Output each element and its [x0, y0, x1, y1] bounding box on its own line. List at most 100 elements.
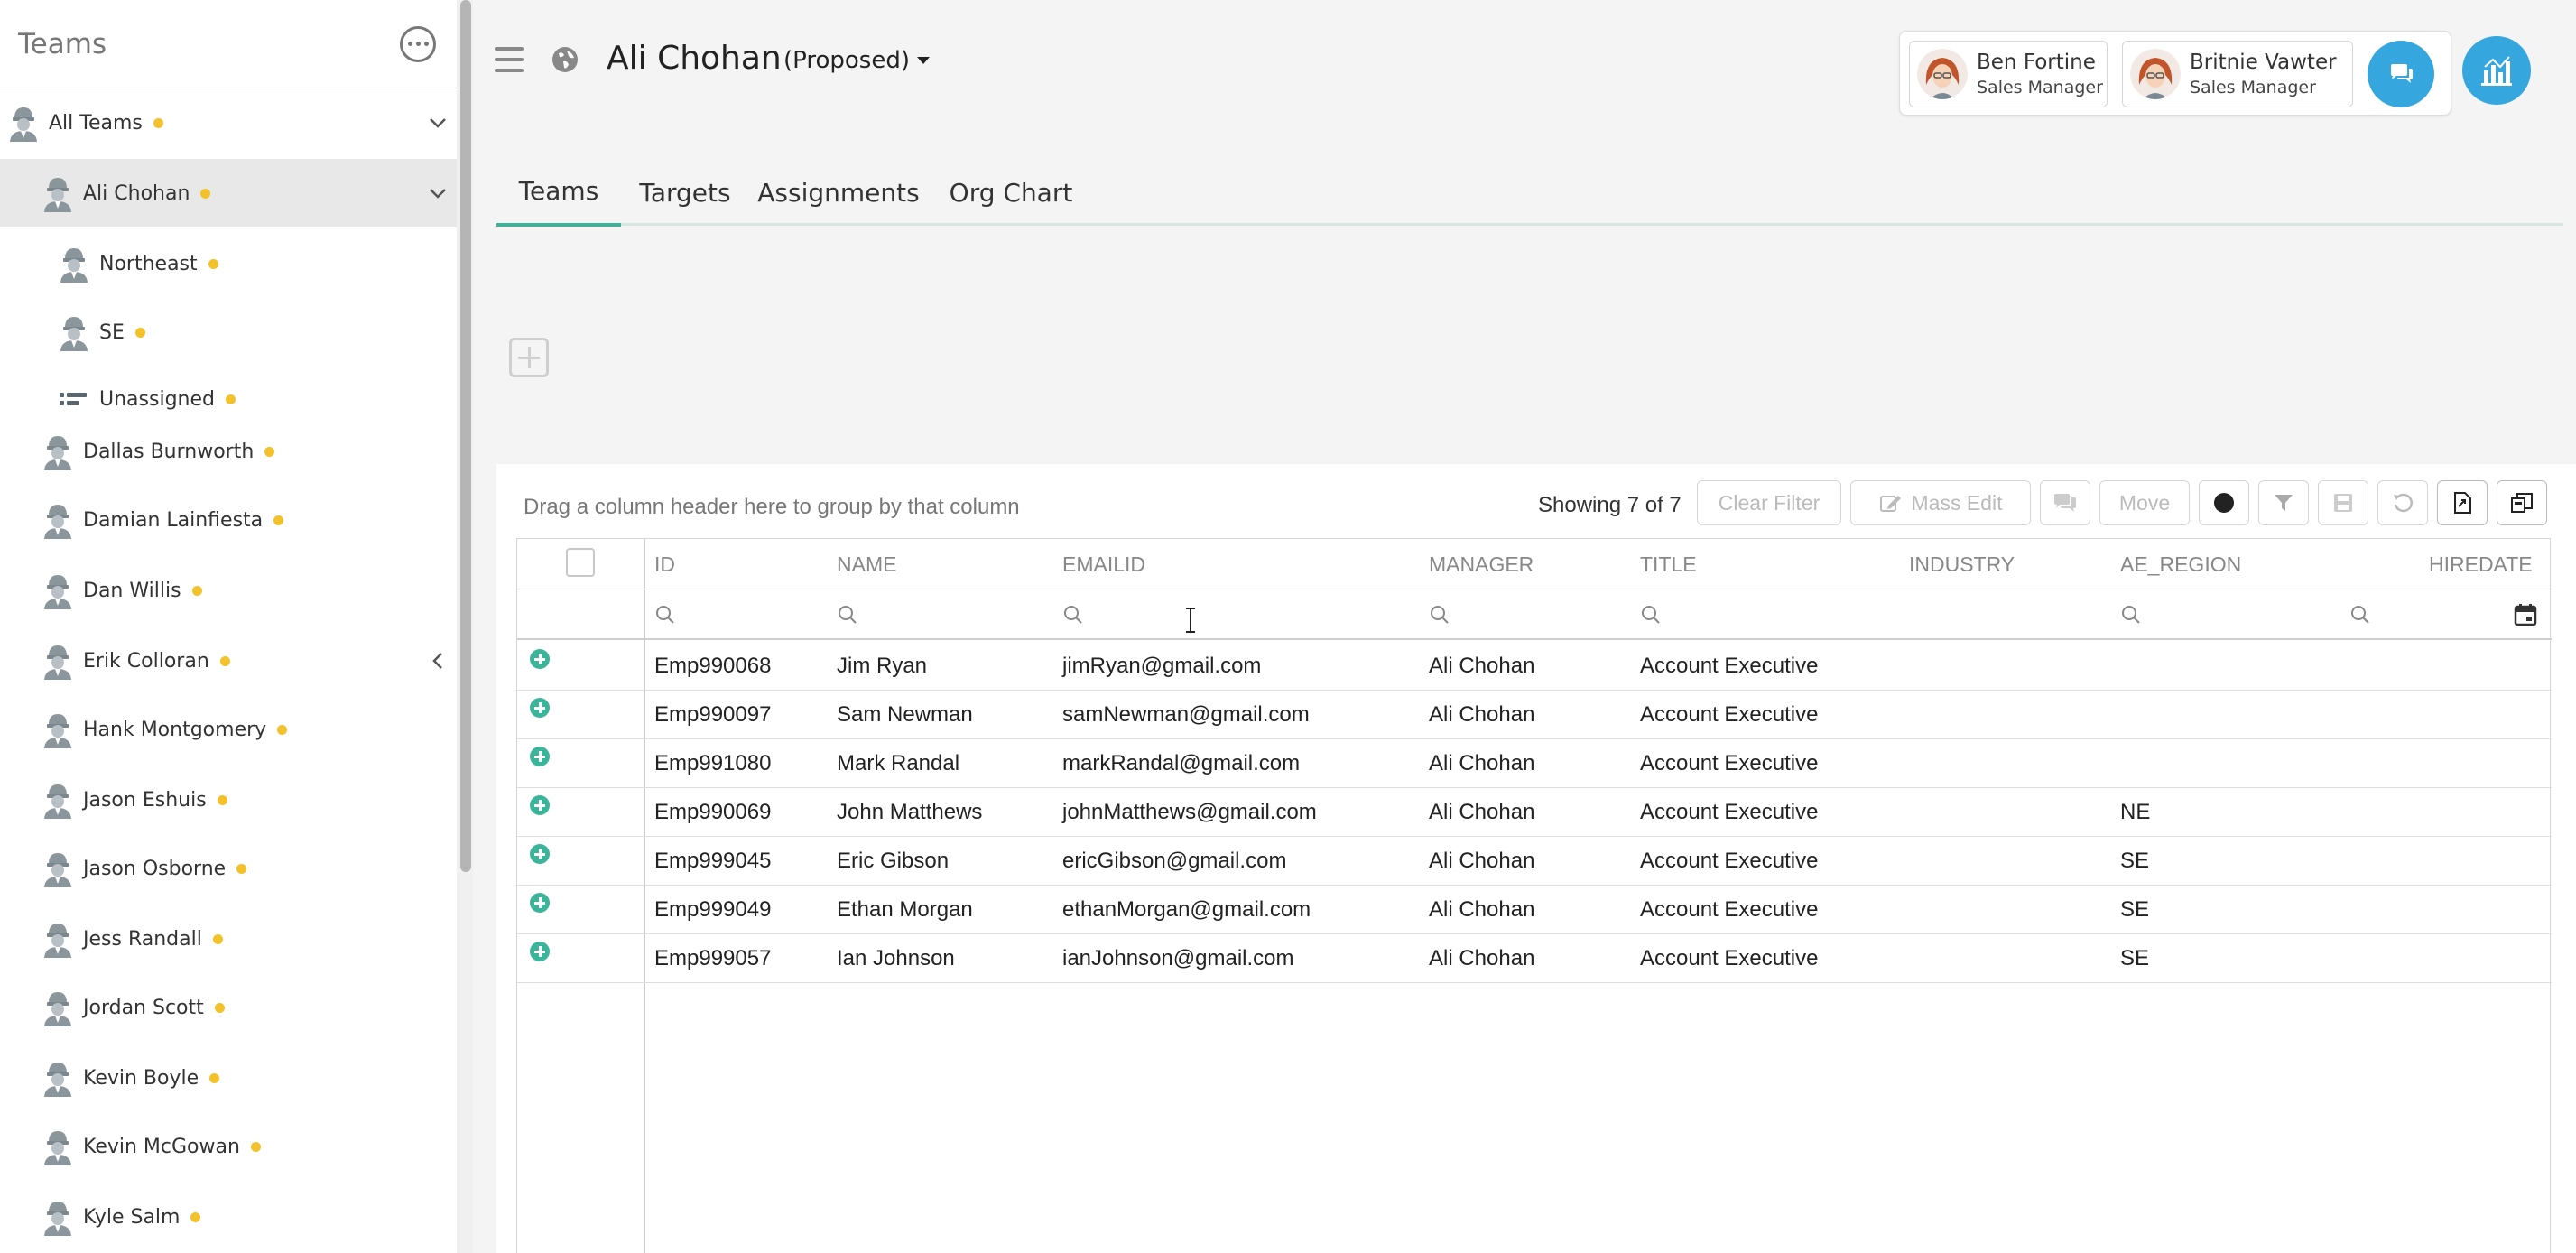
globe-icon[interactable] [551, 45, 579, 74]
employee-table: ID NAME EMAILID MANAGER TITLE INDUSTRY A… [516, 538, 2552, 1253]
person-icon [42, 174, 74, 212]
person-icon [42, 1198, 74, 1236]
column-chooser-button[interactable] [2497, 480, 2547, 525]
scenario-label: (Proposed) [783, 47, 910, 74]
add-button[interactable] [509, 338, 549, 377]
column-header-emailid[interactable]: EMAILID [1062, 539, 1145, 589]
sidebar-scrollbar-thumb[interactable] [460, 0, 471, 872]
employee-grid-panel: Drag a column header here to group by th… [496, 464, 2576, 1253]
export-button[interactable] [2437, 480, 2488, 525]
search-icon[interactable] [1429, 589, 1450, 640]
search-icon[interactable] [654, 589, 676, 640]
scenario-dropdown[interactable]: (Proposed) [783, 47, 930, 74]
column-header-ae-region[interactable]: AE_REGION [2120, 539, 2241, 589]
tab-teams[interactable]: Teams [496, 159, 621, 227]
sidebar-item-dan-willis[interactable]: Dan Willis [0, 556, 461, 625]
column-header-hiredate[interactable]: HIREDATE [2429, 539, 2533, 589]
table-row[interactable]: Emp991080 Mark Randal markRandal@gmail.com… [517, 739, 2552, 788]
sidebar-item-kevin-mcgowan[interactable]: Kevin McGowan [0, 1112, 461, 1181]
search-icon[interactable] [1062, 589, 1084, 640]
column-header-id[interactable]: ID [654, 539, 675, 589]
search-icon[interactable] [1640, 589, 1662, 640]
sidebar-item-kyle-salm[interactable]: Kyle Salm [0, 1183, 461, 1251]
tab-org-chart[interactable]: Org Chart [946, 159, 1076, 226]
move-button[interactable]: Move [2099, 480, 2190, 525]
status-dot [208, 258, 218, 269]
select-all-checkbox[interactable] [566, 548, 595, 577]
page-title: Ali Chohan [607, 40, 782, 77]
save-button[interactable] [2318, 480, 2368, 525]
status-dot [225, 394, 236, 404]
sidebar-item-hank-montgomery[interactable]: Hank Montgomery [0, 695, 461, 764]
sidebar-item-northeast[interactable]: Northeast [0, 229, 461, 298]
person-icon [42, 501, 74, 539]
table-row[interactable]: Emp990068 Jim Ryan jimRyan@gmail.com Ali Ch… [517, 642, 2552, 691]
table-row[interactable]: Emp990097 Sam Newman samNewman@gmail.com Al… [517, 691, 2552, 739]
status-dot [236, 863, 247, 874]
chat-icon [2391, 64, 2413, 83]
add-row-icon[interactable] [530, 649, 550, 669]
sidebar-item-damian-lainfiesta[interactable]: Damian Lainfiesta [0, 486, 461, 554]
tab-targets[interactable]: Targets [634, 159, 737, 226]
add-row-icon[interactable] [530, 795, 550, 815]
manager-chip[interactable]: Britnie Vawter Sales Manager [2122, 41, 2353, 107]
comment-button[interactable] [2040, 480, 2090, 525]
column-header-name[interactable]: NAME [837, 539, 896, 589]
sidebar-header: Teams [0, 0, 461, 88]
table-row[interactable]: Emp999045 Eric Gibson ericGibson@gmail.com… [517, 837, 2552, 886]
record-button[interactable] [2199, 480, 2249, 525]
sidebar-item-dallas-burnworth[interactable]: Dallas Burnworth [0, 417, 461, 486]
status-dot [264, 446, 275, 457]
avatar [1917, 49, 1968, 99]
tab-assignments[interactable]: Assignments [757, 159, 919, 226]
clear-filter-button[interactable]: Clear Filter [1697, 480, 1841, 525]
cell-name: John Matthews [837, 800, 983, 824]
sidebar-item-jason-osborne[interactable]: Jason Osborne [0, 834, 461, 903]
chat-button[interactable] [2368, 41, 2434, 107]
person-icon [42, 571, 74, 609]
add-row-icon[interactable] [530, 844, 550, 864]
search-icon[interactable] [2120, 589, 2142, 640]
sidebar-item-erik-colloran[interactable]: Erik Colloran [0, 626, 461, 695]
status-dot [217, 794, 227, 805]
sidebar-item-label: Kevin Boyle [83, 1066, 199, 1090]
person-icon [42, 988, 74, 1026]
person-icon [42, 642, 74, 680]
sidebar-item-ali-chohan[interactable]: Ali Chohan [0, 159, 461, 227]
sidebar-item-all-teams[interactable]: All Teams [0, 88, 461, 157]
cell-region: NE [2120, 800, 2151, 824]
sidebar-item-se[interactable]: SE [0, 298, 461, 367]
cell-region: SE [2120, 849, 2150, 873]
cell-id: Emp999045 [654, 849, 772, 873]
mass-edit-button[interactable]: Mass Edit [1850, 480, 2031, 525]
table-row[interactable]: Emp990069 John Matthews johnMatthews@gmail… [517, 788, 2552, 837]
cell-id: Emp990068 [654, 654, 772, 678]
column-header-manager[interactable]: MANAGER [1429, 539, 1534, 589]
cell-manager: Ali Chohan [1429, 751, 1535, 775]
column-header-industry[interactable]: INDUSTRY [1909, 539, 2015, 589]
chevron-down-icon[interactable] [426, 181, 449, 205]
filter-button[interactable] [2258, 480, 2309, 525]
table-row[interactable]: Emp999049 Ethan Morgan ethanMorgan@gmail.c… [517, 886, 2552, 934]
more-options-button[interactable] [400, 25, 436, 62]
search-icon[interactable] [2349, 589, 2371, 640]
search-icon[interactable] [837, 589, 858, 640]
add-row-icon[interactable] [530, 893, 550, 913]
table-row[interactable]: Emp999057 Ian Johnson ianJohnson@gmail.com… [517, 934, 2552, 983]
chevron-down-icon[interactable] [426, 111, 449, 135]
undo-button[interactable] [2377, 480, 2428, 525]
calendar-icon[interactable] [2514, 589, 2537, 640]
column-header-title[interactable]: TITLE [1640, 539, 1697, 589]
chevron-left-icon[interactable] [426, 649, 449, 673]
menu-icon[interactable] [495, 47, 524, 72]
sidebar-item-jess-randall[interactable]: Jess Randall [0, 905, 461, 973]
add-row-icon[interactable] [530, 942, 550, 961]
sidebar-item-kevin-boyle[interactable]: Kevin Boyle [0, 1044, 461, 1112]
sidebar-item-label: Unassigned [99, 387, 215, 411]
sidebar-item-jason-eshuis[interactable]: Jason Eshuis [0, 766, 461, 834]
add-row-icon[interactable] [530, 747, 550, 766]
manager-chip[interactable]: Ben Fortine Sales Manager [1909, 41, 2108, 107]
analytics-button[interactable] [2462, 36, 2531, 105]
sidebar-item-jordan-scott[interactable]: Jordan Scott [0, 973, 461, 1042]
add-row-icon[interactable] [530, 698, 550, 718]
